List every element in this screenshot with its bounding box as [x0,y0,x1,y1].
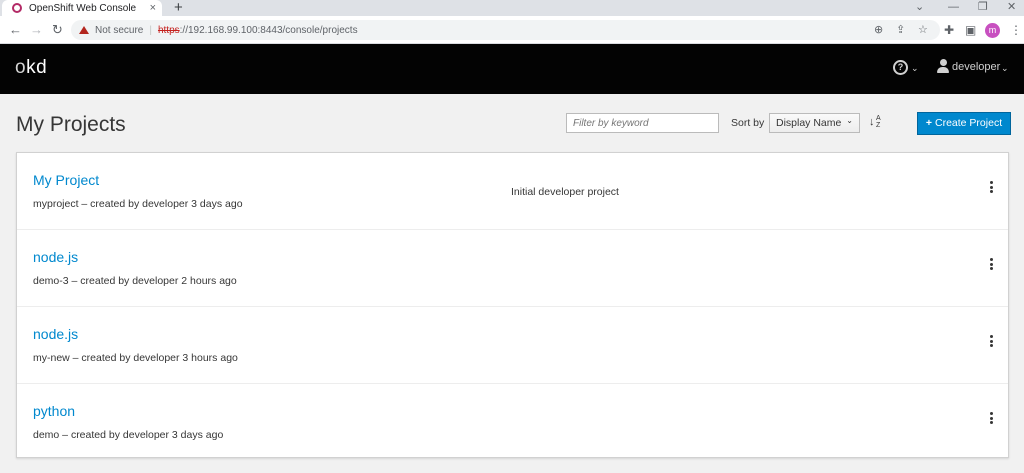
project-name-link[interactable]: My Project [33,171,99,189]
list-item: node.js demo-3 – created by developer 2 … [17,230,1008,307]
list-item: My Project myproject – created by develo… [17,153,1008,230]
kebab-icon[interactable] [987,258,995,274]
project-name-link[interactable]: node.js [33,248,78,266]
tab-title: OpenShift Web Console [29,2,137,14]
project-meta: demo – created by developer 3 days ago [33,429,224,441]
list-item: python demo – created by developer 3 day… [17,384,1008,461]
url-separator: | [149,24,152,36]
kebab-icon[interactable] [987,181,995,197]
warning-icon[interactable] [79,26,89,34]
user-caret-icon[interactable]: ⌄ [1001,61,1009,75]
project-meta: myproject – created by developer 3 days … [33,198,243,210]
project-meta: demo-3 – created by developer 2 hours ag… [33,275,237,287]
forward-button[interactable]: → [30,20,43,40]
extensions-icon[interactable]: ✚ [944,20,954,40]
chevron-down-icon: ⌄ [846,116,853,125]
project-name-link[interactable]: node.js [33,325,78,343]
create-project-button[interactable]: + Create Project [917,112,1011,135]
not-secure-label: Not secure [95,24,144,36]
project-meta: my-new – created by developer 3 hours ag… [33,352,238,364]
zoom-icon[interactable]: ⊕ [874,20,883,40]
sort-label: Sort by [731,117,765,129]
user-menu[interactable]: developer [952,60,1000,74]
kebab-icon[interactable] [987,412,995,428]
tab-search-icon[interactable]: ⌄ [915,0,924,14]
plus-icon: + [925,117,932,129]
browser-toolbar: ← → ↻ Not secure | https ://192.168.99.1… [0,16,1024,44]
help-icon[interactable]: ? [893,60,908,75]
url-scheme: https [157,24,180,36]
sort-select[interactable]: Display Name ⌄ [769,113,860,133]
okd-logo[interactable]: okd [15,58,47,78]
openshift-favicon-icon [12,3,22,13]
share-icon[interactable]: ⇪ [896,20,905,40]
new-tab-button[interactable]: + [174,0,183,15]
url-text: ://192.168.99.100:8443/console/projects [179,24,358,36]
project-name-link[interactable]: python [33,402,75,420]
browser-tabbar: OpenShift Web Console × + ⌄ — ❐ ✕ [0,0,1024,16]
back-button[interactable]: ← [9,20,22,40]
browser-menu-icon[interactable]: ⋮ [1010,20,1022,40]
reload-button[interactable]: ↻ [52,20,63,40]
sort-select-value: Display Name [776,117,842,129]
project-description: Initial developer project [511,186,619,198]
masthead: okd ? ⌄ developer ⌄ [0,44,1024,94]
help-caret-icon[interactable]: ⌄ [911,61,919,75]
page-title: My Projects [16,113,126,136]
sort-alpha-icon[interactable]: ↓ A Z [869,114,881,130]
sidepanel-icon[interactable]: ▣ [965,20,976,40]
minimize-button[interactable]: — [948,0,959,14]
kebab-icon[interactable] [987,335,995,351]
maximize-button[interactable]: ❐ [978,0,988,14]
user-icon[interactable] [937,59,949,75]
profile-avatar[interactable]: m [985,23,1000,38]
project-list: My Project myproject – created by develo… [16,152,1009,458]
window-close-button[interactable]: ✕ [1007,0,1016,14]
filter-input[interactable] [566,113,719,133]
address-bar[interactable]: Not secure | https ://192.168.99.100:844… [71,20,940,40]
star-icon[interactable]: ☆ [918,20,928,40]
list-item: node.js my-new – created by developer 3 … [17,307,1008,384]
tab-close-icon[interactable]: × [150,1,156,15]
browser-tab[interactable]: OpenShift Web Console × [2,0,162,16]
